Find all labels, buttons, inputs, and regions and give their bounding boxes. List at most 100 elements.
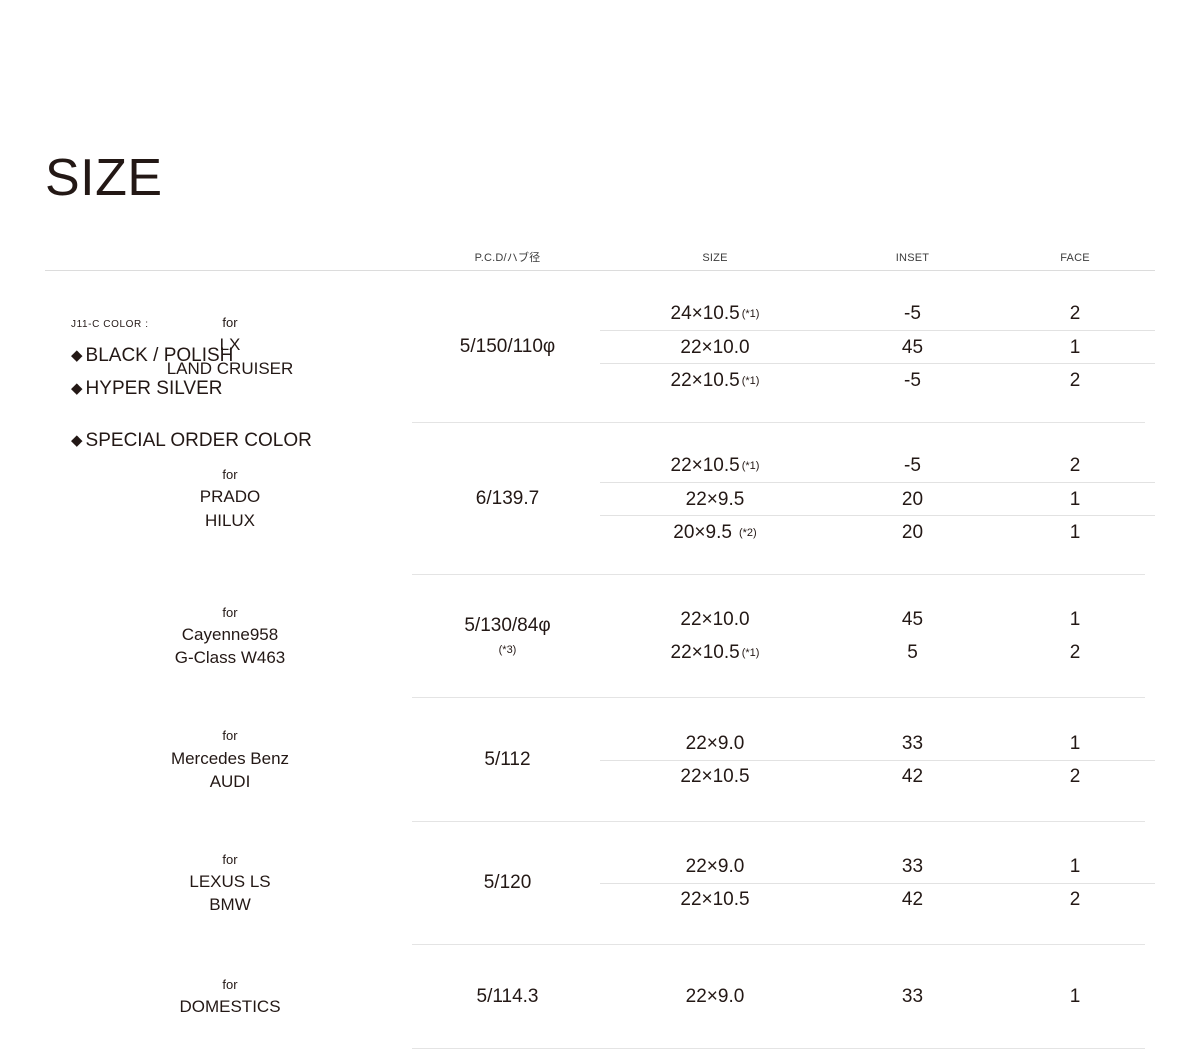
size-footnote: (*1) bbox=[741, 374, 760, 387]
pcd-cell: 5/120 bbox=[415, 850, 600, 916]
cell-inset: 33 bbox=[901, 732, 924, 754]
pcd-note: (*3) bbox=[498, 643, 517, 656]
size-footnote: (*1) bbox=[741, 460, 760, 472]
cell-inset: 33 bbox=[901, 855, 924, 877]
cell-inset: 5 bbox=[907, 642, 918, 664]
cell-size: 24×10.5 (*1) bbox=[670, 303, 760, 324]
vehicle-cell: for Mercedes Benz AUDI bbox=[45, 726, 415, 792]
pcd-value: 5/114.3 bbox=[476, 985, 539, 1007]
size-footnote: (*2) bbox=[738, 526, 757, 539]
vehicle-name: Mercedes Benz bbox=[170, 748, 290, 768]
vehicle-for-label: for bbox=[222, 315, 238, 331]
cell-inset: 42 bbox=[901, 766, 924, 788]
table-header-row: P.C.D/ハブ径 SIZE INSET FACE bbox=[45, 238, 1155, 264]
cell-size: 22×10.5 bbox=[680, 766, 750, 788]
table-row: 20×9.5 (*2) 20 1 bbox=[600, 515, 1155, 548]
table-row: 22×9.0 33 1 bbox=[600, 727, 1155, 760]
table-row: 24×10.5 (*1) -5 2 bbox=[600, 297, 1155, 330]
cell-face: 2 bbox=[1069, 455, 1081, 476]
table-group-body: for LEXUS LS BMW 5/120 22×9.0 33 1 22×10.5 42 2 bbox=[45, 822, 1155, 944]
cell-face: 1 bbox=[1069, 732, 1081, 754]
cell-inset: 20 bbox=[901, 488, 924, 510]
cell-face: 2 bbox=[1069, 889, 1081, 911]
column-header-face: FACE bbox=[1060, 252, 1090, 264]
table-group-body: for PRADO HILUX 6/139.7 22×10.5 (*1) -5 2 22×9.5… bbox=[45, 423, 1155, 574]
table-group-body: for Cayenne958 G-Class W463 5/130/84φ (*3) 22… bbox=[45, 575, 1155, 697]
table-row: 22×9.5 20 1 bbox=[600, 482, 1155, 515]
cell-inset: 45 bbox=[901, 609, 924, 631]
pcd-cell: 6/139.7 bbox=[415, 449, 600, 548]
vehicle-cell: for PRADO HILUX bbox=[45, 449, 415, 548]
table-group: for LX LAND CRUISER 5/150/110φ 24×10.5 (*1) -5… bbox=[45, 271, 1155, 423]
spec-rows: 22×9.0 33 1 22×10.5 42 2 bbox=[600, 850, 1155, 916]
cell-face: 2 bbox=[1069, 642, 1081, 664]
size-table: P.C.D/ハブ径 SIZE INSET FACE for LX LAND CRUI… bbox=[45, 238, 1155, 1049]
table-row: 22×10.0 45 1 bbox=[600, 330, 1155, 363]
column-header-pcd: P.C.D/ハブ径 bbox=[474, 252, 541, 264]
cell-inset: -5 bbox=[904, 455, 921, 476]
vehicle-for-label: for bbox=[222, 467, 238, 483]
vehicle-for-label: for bbox=[222, 605, 238, 620]
vehicle-for-label: for bbox=[222, 851, 238, 867]
vehicle-name: HILUX bbox=[204, 510, 256, 530]
cell-face: 2 bbox=[1069, 766, 1081, 788]
cell-inset: 33 bbox=[901, 986, 924, 1008]
cell-size: 22×10.5 bbox=[680, 889, 750, 911]
vehicle-name: G-Class W463 bbox=[174, 648, 286, 668]
cell-inset: 45 bbox=[901, 336, 924, 358]
vehicle-name: BMW bbox=[209, 894, 251, 914]
cell-size: 22×9.0 bbox=[685, 855, 745, 877]
cell-face: 1 bbox=[1069, 855, 1081, 877]
cell-size: 22×10.0 bbox=[680, 609, 750, 631]
vehicle-name: AUDI bbox=[209, 771, 251, 791]
cell-size: 20×9.5 (*2) bbox=[673, 521, 757, 543]
table-group-body: for DOMESTICS 5/114.3 22×9.0 33 1 bbox=[45, 945, 1155, 1048]
table-row: 22×10.5 42 2 bbox=[600, 759, 1155, 793]
table-row: 22×10.0 45 1 bbox=[600, 603, 1155, 636]
size-footnote: (*1) bbox=[741, 308, 760, 320]
spec-rows: 24×10.5 (*1) -5 2 22×10.0 45 1 22×10.5 (*1) -5 2 bbox=[600, 297, 1155, 396]
page-title: SIZE bbox=[45, 149, 163, 207]
vehicle-cell: for Cayenne958 G-Class W463 bbox=[45, 603, 415, 669]
spec-rows: 22×10.5 (*1) -5 2 22×9.5 20 1 20×9.5 (*2) 20 1 bbox=[600, 449, 1155, 548]
vehicle-for-label: for bbox=[222, 977, 238, 993]
cell-inset: 20 bbox=[901, 521, 924, 543]
cell-face: 1 bbox=[1069, 336, 1081, 358]
vehicle-name: DOMESTICS bbox=[179, 997, 281, 1017]
table-row: 22×9.0 33 1 bbox=[600, 850, 1155, 883]
cell-face: 1 bbox=[1069, 521, 1081, 543]
table-row: 22×10.5 (*1) -5 2 bbox=[600, 363, 1155, 396]
cell-size: 22×10.5 (*1) bbox=[670, 369, 760, 391]
cell-face: 2 bbox=[1069, 303, 1081, 324]
vehicle-for-label: for bbox=[222, 728, 238, 744]
column-header-size: SIZE bbox=[702, 252, 728, 264]
table-row: 22×10.5 (*1) -5 2 bbox=[600, 449, 1155, 482]
vehicle-cell: for LX LAND CRUISER bbox=[45, 297, 415, 396]
pcd-value: 6/139.7 bbox=[475, 487, 540, 509]
vehicle-cell: for LEXUS LS BMW bbox=[45, 850, 415, 916]
table-row: 22×9.0 33 1 bbox=[600, 980, 1155, 1013]
vehicle-name: PRADO bbox=[199, 487, 261, 507]
table-group: for Mercedes Benz AUDI 5/112 22×9.0 33 1 22×10.… bbox=[45, 698, 1155, 822]
cell-size: 22×10.5 (*1) bbox=[670, 642, 760, 664]
spec-rows: 22×10.0 45 1 22×10.5 (*1) 5 2 bbox=[600, 603, 1155, 669]
pcd-value: 5/150/110φ bbox=[459, 335, 556, 357]
table-row: 22×10.5 42 2 bbox=[600, 882, 1155, 916]
vehicle-name: LAND CRUISER bbox=[166, 358, 294, 378]
table-group-body: for Mercedes Benz AUDI 5/112 22×9.0 33 1 22×10.… bbox=[45, 698, 1155, 820]
cell-size: 22×9.5 bbox=[685, 488, 745, 510]
table-group: for LEXUS LS BMW 5/120 22×9.0 33 1 22×10.5 42 2 bbox=[45, 822, 1155, 946]
pcd-value: 5/130/84φ bbox=[464, 615, 551, 637]
cell-face: 1 bbox=[1069, 488, 1081, 510]
table-row: 22×10.5 (*1) 5 2 bbox=[600, 636, 1155, 669]
cell-face: 1 bbox=[1069, 609, 1081, 631]
vehicle-name: Cayenne958 bbox=[181, 625, 279, 645]
pcd-value: 5/120 bbox=[483, 872, 532, 894]
table-group: for DOMESTICS 5/114.3 22×9.0 33 1 bbox=[45, 945, 1155, 1049]
size-footnote: (*1) bbox=[741, 647, 760, 660]
cell-face: 2 bbox=[1069, 369, 1081, 391]
vehicle-cell: for DOMESTICS bbox=[45, 975, 415, 1018]
vehicle-name: LX bbox=[219, 335, 241, 355]
pcd-cell: 5/112 bbox=[415, 726, 600, 792]
table-group: for Cayenne958 G-Class W463 5/130/84φ (*3) 22… bbox=[45, 575, 1155, 699]
